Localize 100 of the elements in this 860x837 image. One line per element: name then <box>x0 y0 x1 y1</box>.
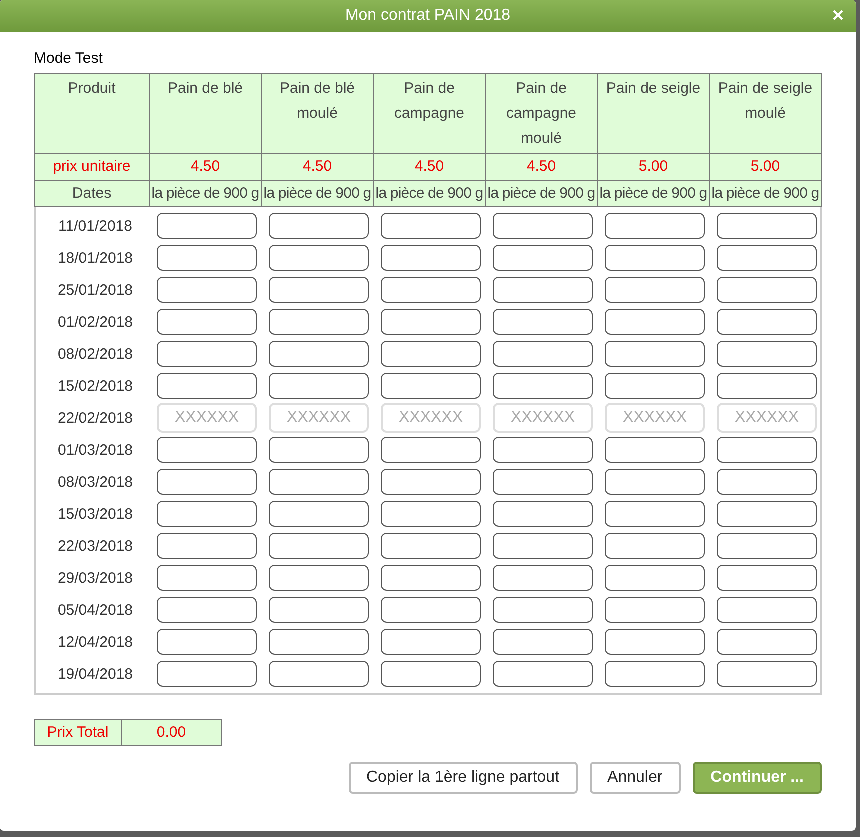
quantity-field[interactable] <box>269 501 369 527</box>
quantity-field[interactable] <box>269 597 369 623</box>
quantity-field[interactable] <box>157 309 257 335</box>
quantity-field[interactable] <box>605 437 705 463</box>
quantity-field[interactable] <box>269 245 369 271</box>
quantity-field[interactable] <box>269 469 369 495</box>
header-cell: Produit <box>34 74 150 154</box>
quantity-field[interactable] <box>269 565 369 591</box>
header-cell: la pièce de 900 g <box>486 180 598 206</box>
quantity-field[interactable] <box>493 629 593 655</box>
quantity-field[interactable] <box>269 309 369 335</box>
quantity-field[interactable] <box>381 469 481 495</box>
quantity-field[interactable] <box>717 213 817 239</box>
quantity-field[interactable] <box>381 533 481 559</box>
quantity-field[interactable] <box>493 341 593 367</box>
quantity-field[interactable] <box>493 661 593 687</box>
quantity-field[interactable] <box>493 597 593 623</box>
quantity-field[interactable] <box>605 469 705 495</box>
quantity-field[interactable] <box>493 309 593 335</box>
quantity-field[interactable] <box>269 533 369 559</box>
quantity-field[interactable] <box>717 437 817 463</box>
action-button[interactable]: Annuler <box>590 762 681 794</box>
quantity-field[interactable] <box>605 245 705 271</box>
quantity-field[interactable] <box>269 661 369 687</box>
quantity-field[interactable] <box>605 341 705 367</box>
quantity-field[interactable] <box>381 597 481 623</box>
quantity-field[interactable] <box>605 597 705 623</box>
quantity-field[interactable] <box>605 661 705 687</box>
quantity-field[interactable] <box>269 373 369 399</box>
quantity-field[interactable] <box>605 373 705 399</box>
quantity-field[interactable] <box>381 277 481 303</box>
quantity-field[interactable] <box>605 309 705 335</box>
quantity-field[interactable] <box>157 437 257 463</box>
quantity-field[interactable] <box>493 533 593 559</box>
header-cell: prix unitaire <box>34 154 150 180</box>
quantity-field[interactable] <box>717 469 817 495</box>
quantity-field[interactable] <box>605 501 705 527</box>
quantity-field[interactable] <box>717 597 817 623</box>
date-label: 15/02/2018 <box>56 378 134 394</box>
quantity-field[interactable] <box>717 373 817 399</box>
quantity-field[interactable] <box>717 245 817 271</box>
header-cell: Pain de campagne <box>374 74 486 154</box>
quantity-field[interactable] <box>157 501 257 527</box>
quantity-field[interactable] <box>717 629 817 655</box>
quantity-field[interactable] <box>381 501 481 527</box>
quantity-field[interactable] <box>157 533 257 559</box>
date-label: 29/03/2018 <box>56 570 134 586</box>
quantity-field[interactable] <box>493 437 593 463</box>
quantity-field[interactable] <box>269 341 369 367</box>
quantity-field[interactable] <box>381 629 481 655</box>
quantity-field[interactable] <box>381 565 481 591</box>
header-cell: la pièce de 900 g <box>598 180 710 206</box>
quantity-field[interactable] <box>717 309 817 335</box>
quantity-field[interactable] <box>157 277 257 303</box>
quantity-field[interactable] <box>157 597 257 623</box>
quantity-field[interactable] <box>493 373 593 399</box>
quantity-field[interactable] <box>605 565 705 591</box>
quantity-field[interactable] <box>381 245 481 271</box>
quantity-field[interactable] <box>157 341 257 367</box>
quantity-field[interactable] <box>605 533 705 559</box>
quantity-field[interactable] <box>493 501 593 527</box>
header-cell: la pièce de 900 g <box>374 180 486 206</box>
quantity-field[interactable] <box>381 309 481 335</box>
quantity-field[interactable] <box>493 277 593 303</box>
quantity-field[interactable] <box>157 629 257 655</box>
quantity-field[interactable] <box>717 501 817 527</box>
price-cell: 4.50 <box>150 154 262 180</box>
quantity-field[interactable] <box>157 469 257 495</box>
quantity-field[interactable] <box>157 213 257 239</box>
quantity-field[interactable] <box>381 661 481 687</box>
quantity-field[interactable] <box>381 341 481 367</box>
quantity-field[interactable] <box>493 469 593 495</box>
date-label: 01/03/2018 <box>56 442 134 458</box>
quantity-field[interactable] <box>381 213 481 239</box>
quantity-field[interactable] <box>493 213 593 239</box>
quantity-field[interactable] <box>717 565 817 591</box>
quantity-field[interactable] <box>381 373 481 399</box>
quantity-field[interactable] <box>269 629 369 655</box>
quantity-field[interactable] <box>605 213 705 239</box>
quantity-field[interactable] <box>269 277 369 303</box>
quantity-field[interactable] <box>717 661 817 687</box>
quantity-field[interactable] <box>157 565 257 591</box>
quantity-field[interactable] <box>605 277 705 303</box>
quantity-field[interactable] <box>493 565 593 591</box>
quantity-field[interactable] <box>269 213 369 239</box>
quantity-field[interactable] <box>717 533 817 559</box>
quantity-field[interactable] <box>493 245 593 271</box>
quantity-field[interactable] <box>157 661 257 687</box>
date-label: 05/04/2018 <box>56 602 134 618</box>
total-label: Prix Total <box>34 719 122 746</box>
action-button[interactable]: Copier la 1ère ligne partout <box>348 762 578 794</box>
quantity-field[interactable] <box>717 277 817 303</box>
quantity-field[interactable] <box>717 341 817 367</box>
quantity-field[interactable] <box>269 437 369 463</box>
quantity-field[interactable] <box>381 437 481 463</box>
header-cell: Pain de blé <box>150 74 262 154</box>
quantity-field[interactable] <box>157 373 257 399</box>
quantity-field[interactable] <box>157 245 257 271</box>
price-cell: 5.00 <box>710 154 822 180</box>
quantity-field[interactable] <box>605 629 705 655</box>
